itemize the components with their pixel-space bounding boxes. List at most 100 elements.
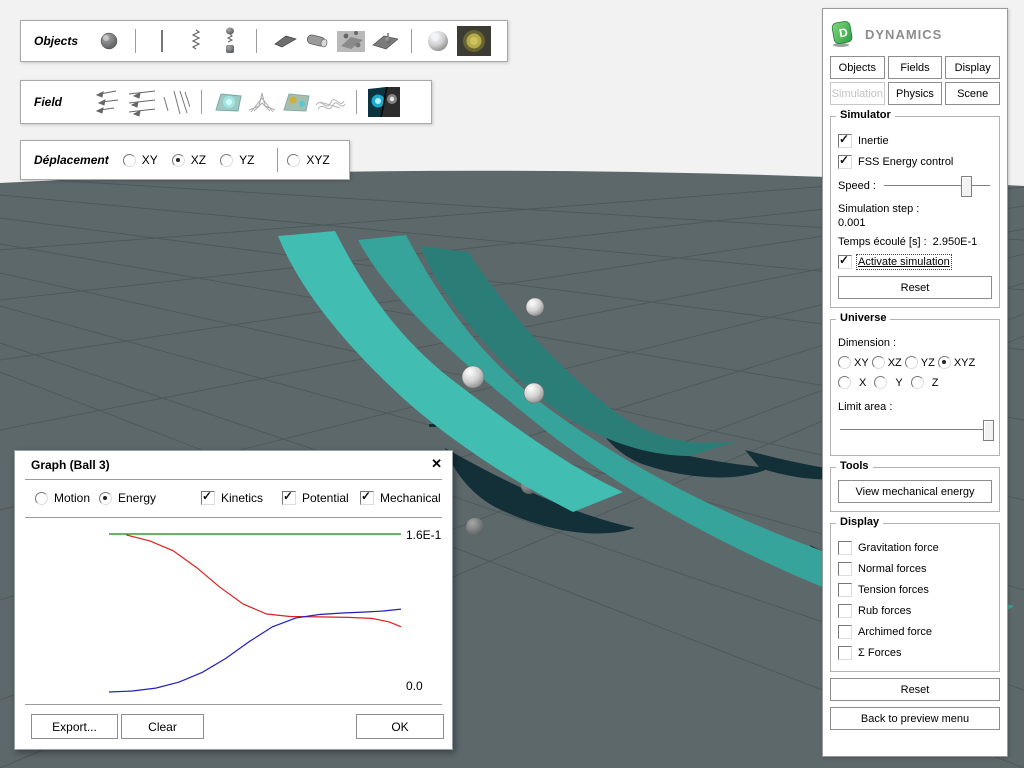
graph-dialog: Graph (Ball 3) ✕ Motion Energy Kinetics … (14, 450, 453, 750)
radio-icon[interactable] (874, 376, 887, 389)
motion-label: Motion (54, 491, 90, 505)
checkbox-icon (838, 646, 852, 660)
radio-icon[interactable] (872, 356, 885, 369)
radio-icon[interactable] (838, 376, 851, 389)
axis-z-label[interactable]: Z (932, 377, 939, 389)
uniform-arrows-tool[interactable] (124, 87, 158, 117)
light-sphere-tool[interactable] (421, 26, 455, 56)
surface-ball-tool[interactable] (368, 26, 402, 56)
checkbox-icon (838, 583, 852, 597)
display-nav-button[interactable]: Display (945, 56, 1000, 79)
sim-step-row: Simulation step : (838, 203, 992, 215)
radio-icon[interactable] (911, 376, 924, 389)
plane-balls-icon (336, 28, 366, 54)
scatter-arrows-tool[interactable] (90, 87, 124, 117)
radio-icon[interactable] (838, 356, 851, 369)
ball-2[interactable] (462, 366, 484, 388)
activate-simulation-checkbox[interactable]: Activate simulation (838, 255, 992, 269)
fields-nav-button[interactable]: Fields (888, 56, 943, 79)
plane-glow-field-tool[interactable] (211, 87, 245, 117)
ok-button[interactable]: OK (356, 714, 444, 739)
speed-row: Speed : (838, 176, 992, 196)
export-button[interactable]: Export... (31, 714, 118, 739)
deplacement-xy-radio[interactable]: XY (123, 153, 158, 167)
sim-step-value-row: 0.001 (838, 217, 992, 229)
sum-forces-checkbox[interactable]: Σ Forces (838, 646, 992, 660)
energy-plot (15, 451, 452, 711)
ball-1[interactable] (526, 298, 544, 316)
toolbar-separator (201, 90, 202, 114)
mechanical-checkbox[interactable]: Mechanical (360, 491, 441, 505)
kinetics-checkbox[interactable]: Kinetics (201, 491, 263, 505)
close-icon[interactable]: ✕ (431, 456, 442, 472)
spring-tool[interactable] (179, 26, 213, 56)
dim-yz-label[interactable]: YZ (921, 357, 935, 369)
potential-checkbox[interactable]: Potential (282, 491, 349, 505)
radio-icon[interactable] (905, 356, 918, 369)
limit-area-slider-thumb[interactable] (983, 420, 994, 441)
view-mechanical-energy-button[interactable]: View mechanical energy (838, 480, 992, 503)
cylinder-tool[interactable] (300, 26, 334, 56)
objects-nav-label: Objects (839, 62, 876, 74)
normal-forces-checkbox[interactable]: Normal forces (838, 562, 992, 576)
nav-buttons: Objects Fields Display Simulation Physic… (830, 56, 1000, 105)
axis-x-label[interactable]: X (859, 377, 866, 389)
dim-xyz-label[interactable]: XYZ (954, 357, 975, 369)
slider-track[interactable] (884, 185, 990, 186)
line-field-tool[interactable] (158, 87, 192, 117)
energy-radio[interactable]: Energy (99, 491, 156, 505)
simulator-reset-button[interactable]: Reset (838, 276, 992, 299)
tension-forces-checkbox[interactable]: Tension forces (838, 583, 992, 597)
archimed-force-checkbox[interactable]: Archimed force (838, 625, 992, 639)
gravitation-force-checkbox[interactable]: Gravitation force (838, 541, 992, 555)
axis-y-label[interactable]: Y (895, 377, 902, 389)
dual-glow-field-icon (368, 87, 400, 117)
inertie-checkbox[interactable]: Inertie (838, 134, 992, 148)
tools-group-title: Tools (836, 460, 873, 472)
scene-nav-button[interactable]: Scene (945, 82, 1000, 105)
speed-slider[interactable] (882, 176, 992, 196)
glow-sphere-tool[interactable] (455, 26, 493, 56)
deplacement-yz-label: YZ (239, 153, 254, 167)
potential-curve (127, 535, 402, 627)
clear-button[interactable]: Clear (121, 714, 204, 739)
back-to-preview-label: Back to preview menu (861, 713, 969, 725)
dual-glow-field-tool[interactable] (366, 87, 402, 117)
ground-ball-1[interactable] (466, 518, 484, 536)
sum-forces-label: Σ Forces (858, 647, 901, 659)
radio-icon[interactable] (938, 356, 951, 369)
sphere-tool[interactable] (92, 26, 126, 56)
brand-row: D DYNAMICS (830, 15, 1000, 53)
deplacement-xyz-radio[interactable]: XYZ (287, 153, 329, 167)
plane-balls-tool[interactable] (334, 26, 368, 56)
rub-forces-checkbox[interactable]: Rub forces (838, 604, 992, 618)
rod-tool[interactable] (145, 26, 179, 56)
clear-label: Clear (148, 720, 177, 734)
physics-nav-button[interactable]: Physics (888, 82, 943, 105)
sim-step-value: 0.001 (838, 217, 866, 229)
simulator-group-title: Simulator (836, 109, 895, 121)
spring-mass-tool[interactable] (213, 26, 247, 56)
dim-xy-label[interactable]: XY (854, 357, 869, 369)
wave-field-tool[interactable] (313, 87, 347, 117)
plane-tool[interactable] (266, 26, 300, 56)
simulation-nav-button: Simulation (830, 82, 885, 105)
objects-nav-button[interactable]: Objects (830, 56, 885, 79)
display-reset-button[interactable]: Reset (830, 678, 1000, 701)
back-to-preview-button[interactable]: Back to preview menu (830, 707, 1000, 730)
deplacement-yz-radio[interactable]: YZ (220, 153, 254, 167)
sim-step-label: Simulation step : (838, 203, 919, 215)
dim-xz-label[interactable]: XZ (888, 357, 902, 369)
ball-3[interactable] (524, 383, 544, 403)
deplacement-xz-radio[interactable]: XZ (172, 153, 206, 167)
limit-area-slider[interactable] (838, 420, 992, 440)
field-toolbar: Field (20, 80, 432, 124)
checkbox-icon (201, 491, 215, 505)
spot-field-tool[interactable] (279, 87, 313, 117)
peak-field-tool[interactable] (245, 87, 279, 117)
speed-slider-thumb[interactable] (961, 176, 972, 197)
fss-energy-checkbox[interactable]: FSS Energy control (838, 155, 992, 169)
slider-track[interactable] (840, 429, 990, 430)
motion-radio[interactable]: Motion (35, 491, 90, 505)
inertie-label: Inertie (858, 135, 889, 147)
